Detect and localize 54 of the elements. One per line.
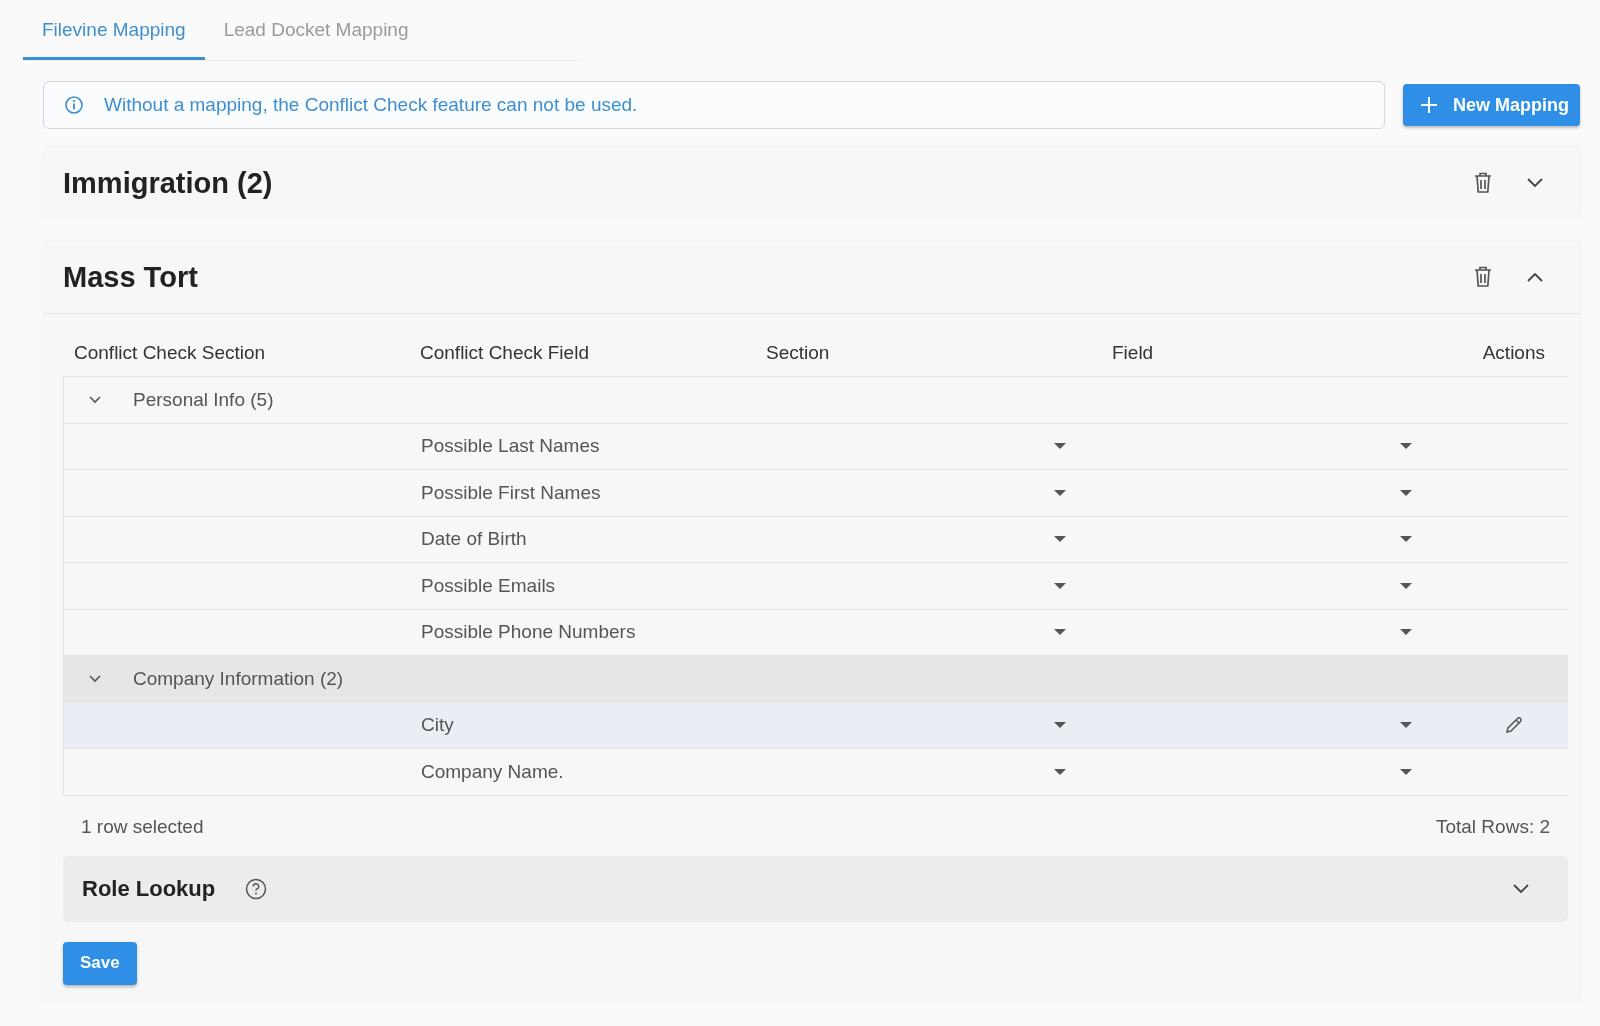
dropdown-arrow-icon[interactable]: [1400, 629, 1412, 636]
table-cell: Possible Emails: [421, 574, 556, 596]
table-cell: City: [421, 714, 454, 736]
pencil-icon[interactable]: [1504, 715, 1524, 736]
table-row[interactable]: Possible Last Names: [64, 423, 1568, 470]
panel-title: Role Lookup: [82, 875, 216, 902]
total-rows: Total Rows: 2: [1435, 815, 1550, 838]
mapping-title: Mass Tort: [63, 260, 199, 294]
group-label[interactable]: Personal Info (5): [133, 388, 274, 411]
column-header: Field: [1112, 342, 1154, 363]
column-header: Conflict Check Section: [74, 342, 266, 363]
dropdown-arrow-icon[interactable]: [1400, 489, 1412, 496]
table-cell: Company Name.: [421, 760, 564, 782]
info-message: Without a mapping, the Conflict Check feature can not be used.: [104, 94, 638, 116]
group-row[interactable]: Personal Info (5): [64, 377, 1568, 424]
chevron-down-icon[interactable]: [88, 395, 102, 405]
table-cell: Date of Birth: [421, 528, 527, 550]
trash-icon[interactable]: [1472, 265, 1494, 289]
dropdown-arrow-icon[interactable]: [1400, 582, 1412, 589]
dropdown-arrow-icon[interactable]: [1054, 582, 1066, 589]
column-header: Actions: [1482, 342, 1545, 363]
mapping-title: Immigration (2): [63, 166, 274, 200]
dropdown-arrow-icon[interactable]: [1054, 768, 1066, 775]
dropdown-arrow-icon[interactable]: [1054, 443, 1066, 450]
dropdown-arrow-icon[interactable]: [1400, 443, 1412, 450]
selection-status: 1 row selected: [81, 815, 204, 838]
dropdown-arrow-icon[interactable]: [1400, 722, 1412, 729]
table-cell: Possible Phone Numbers: [421, 621, 636, 643]
dropdown-arrow-icon[interactable]: [1054, 629, 1066, 636]
table-cell: Possible First Names: [421, 481, 601, 503]
info-icon: [64, 95, 84, 115]
dropdown-arrow-icon[interactable]: [1400, 536, 1412, 543]
chevron-down-icon[interactable]: [1512, 882, 1530, 895]
chevron-down-icon[interactable]: [88, 674, 102, 684]
table-cell: Possible Last Names: [421, 435, 600, 457]
chevron-up-icon[interactable]: [1526, 271, 1544, 283]
table-row[interactable]: Possible First Names: [64, 470, 1568, 517]
help-icon[interactable]: [245, 877, 268, 900]
column-header: Section: [766, 342, 830, 363]
role-lookup-panel[interactable]: Role Lookup: [63, 855, 1568, 922]
dropdown-arrow-icon[interactable]: [1054, 489, 1066, 496]
column-header: Conflict Check Field: [420, 342, 589, 363]
dropdown-arrow-icon[interactable]: [1400, 768, 1412, 775]
plus-icon: [1419, 95, 1439, 115]
table-row[interactable]: City: [64, 702, 1568, 749]
table-row[interactable]: Date of Birth: [64, 516, 1568, 563]
table-row[interactable]: Company Name.: [64, 749, 1568, 796]
trash-icon[interactable]: [1472, 171, 1494, 195]
dropdown-arrow-icon[interactable]: [1054, 536, 1066, 543]
table-row[interactable]: Possible Emails: [64, 563, 1568, 610]
chevron-down-icon[interactable]: [1526, 177, 1544, 189]
group-row[interactable]: Company Information (2): [64, 656, 1568, 703]
dropdown-arrow-icon[interactable]: [1054, 722, 1066, 729]
group-label[interactable]: Company Information (2): [133, 667, 344, 690]
